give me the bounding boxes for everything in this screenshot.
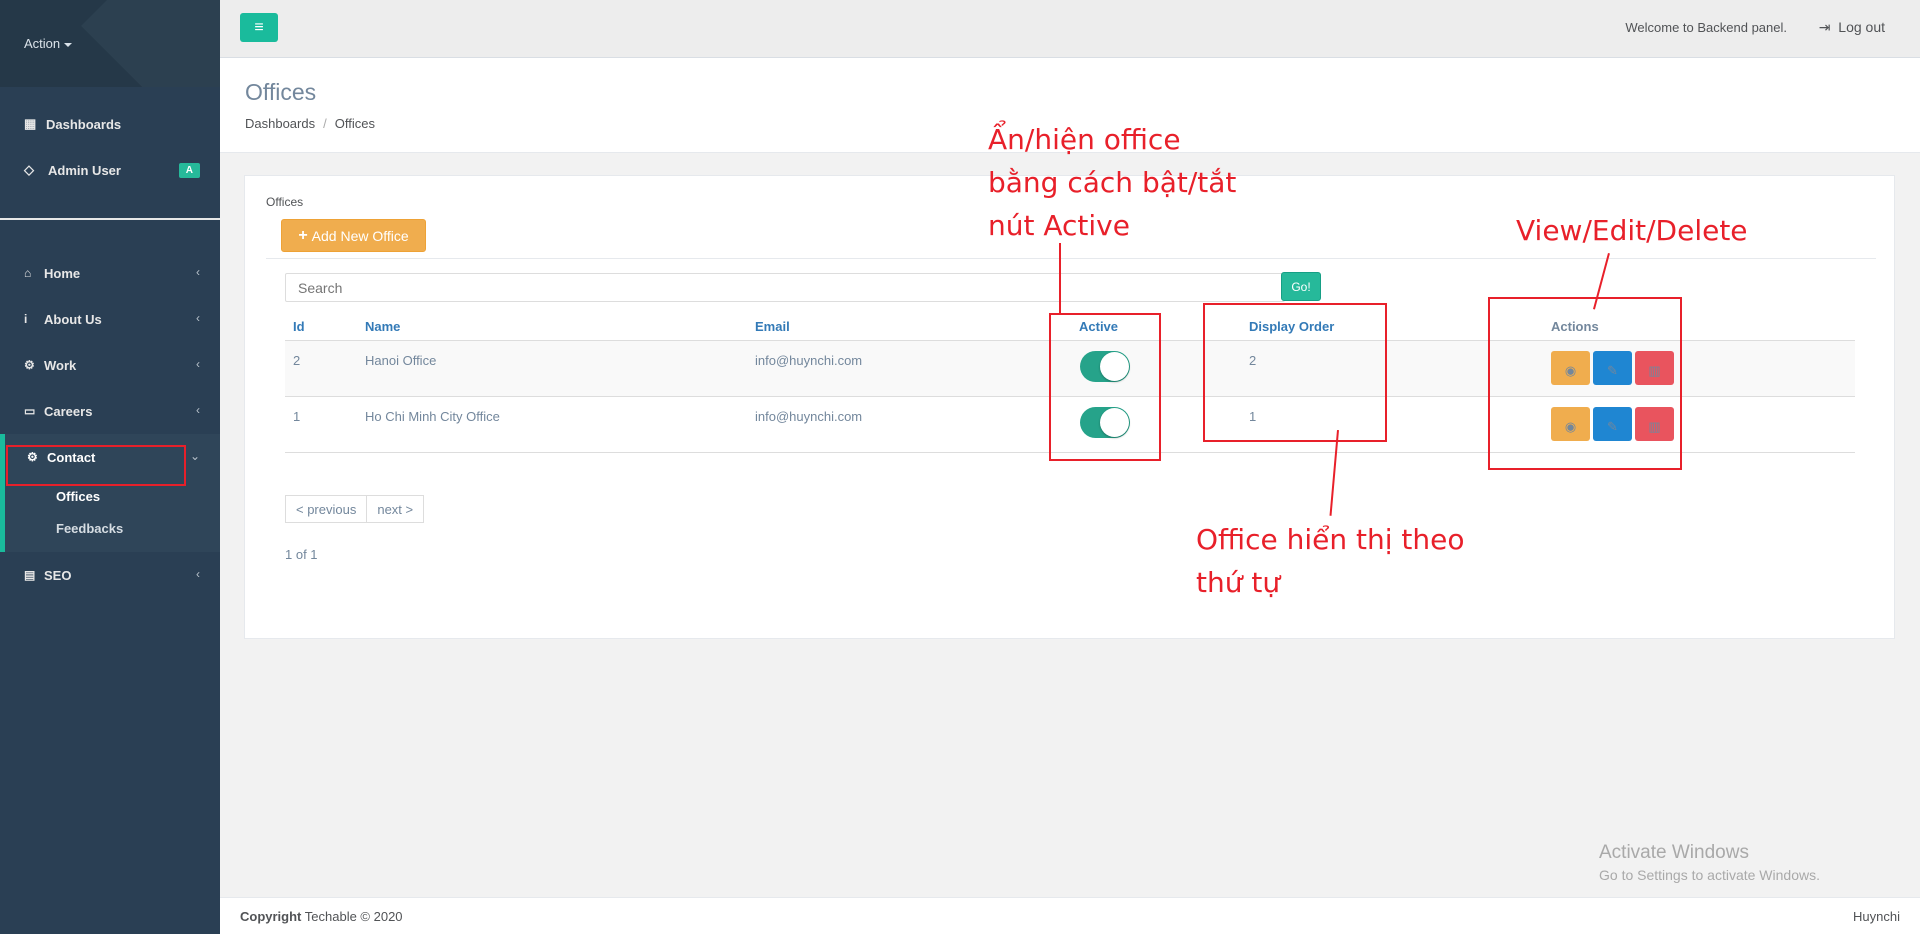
column-header-email[interactable]: Email — [755, 319, 790, 334]
admin-badge: A — [178, 163, 200, 178]
careers-icon: ▭ — [24, 404, 36, 418]
caret-down-icon — [64, 42, 73, 47]
top-navbar: ≡ Welcome to Backend panel. ⇥ Log out — [220, 0, 1920, 58]
cell-email: info@huynchi.com — [755, 409, 863, 424]
sidebar-subitem-feedbacks[interactable]: Feedbacks — [5, 512, 220, 544]
footer-author: Huynchi — [1853, 909, 1900, 924]
sidebar-item-home[interactable]: ⌂ Home ‹ — [0, 250, 220, 296]
sidebar-item-label: Home — [44, 265, 81, 281]
next-page-button[interactable]: next > — [367, 495, 425, 523]
logout-link[interactable]: ⇥ Log out — [1819, 19, 1885, 36]
panel-title: Offices — [266, 195, 304, 209]
sidebar-divider — [0, 218, 220, 220]
panel-divider — [266, 258, 1876, 259]
annotation-actions-note: View/Edit/Delete — [1516, 214, 1748, 247]
add-new-office-button[interactable]: + Add New Office — [281, 219, 426, 252]
page-title: Offices — [245, 79, 317, 105]
cell-name: Hanoi Office — [365, 353, 437, 368]
pagination: < previous next > — [285, 495, 425, 523]
action-label: Action — [24, 36, 61, 51]
chevron-left-icon: ‹ — [196, 265, 200, 279]
sign-out-icon: ⇥ — [1818, 19, 1831, 35]
sidebar-item-label: Dashboards — [46, 116, 122, 132]
sidebar-item-work[interactable]: ⚙ Work ‹ — [0, 342, 220, 388]
previous-page-button[interactable]: < previous — [285, 495, 368, 523]
cell-name: Ho Chi Minh City Office — [365, 409, 500, 424]
chevron-left-icon: ‹ — [196, 403, 200, 417]
sidebar-item-label: About Us — [44, 311, 102, 327]
column-header-name[interactable]: Name — [365, 319, 400, 334]
annotation-offices-highlight — [6, 445, 186, 486]
menu-toggle-button[interactable]: ≡ — [240, 13, 278, 42]
annotation-active-box — [1049, 313, 1161, 461]
activate-windows-subtitle: Go to Settings to activate Windows. — [1599, 867, 1820, 883]
sidebar-item-label: Work — [44, 357, 77, 373]
cell-id: 1 — [293, 409, 301, 424]
page-count: 1 of 1 — [285, 547, 318, 562]
sidebar-item-admin-user[interactable]: ◇ Admin User A — [0, 147, 220, 193]
cell-email: info@huynchi.com — [755, 353, 863, 368]
diamond-icon: ◇ — [24, 162, 34, 177]
dashboard-icon: ▦ — [24, 116, 37, 131]
breadcrumb-dashboards[interactable]: Dashboards — [245, 116, 315, 131]
annotation-active-note: Ẩn/hiện office bằng cách bật/tắt nút Act… — [988, 123, 1237, 242]
sidebar-item-label: Careers — [44, 403, 93, 419]
sidebar-profile-menu: ▦ Dashboards ◇ Admin User A — [0, 87, 220, 193]
sidebar-header: Action — [0, 0, 220, 87]
chevron-left-icon: ‹ — [196, 357, 200, 371]
info-icon: i — [24, 312, 28, 326]
search-input[interactable] — [285, 273, 1285, 302]
sidebar-item-about-us[interactable]: i About Us ‹ — [0, 296, 220, 342]
sidebar-item-label: Admin User — [48, 162, 121, 178]
sidebar-item-dashboards[interactable]: ▦ Dashboards — [0, 101, 220, 147]
chevron-left-icon: ‹ — [196, 311, 200, 325]
sidebar-item-label: SEO — [44, 567, 72, 583]
activate-windows-title: Activate Windows — [1599, 842, 1749, 863]
chevron-left-icon: ‹ — [196, 567, 200, 581]
welcome-text: Welcome to Backend panel. — [1625, 20, 1787, 35]
annotation-active-line — [1059, 243, 1061, 315]
annotation-actions-box — [1488, 297, 1682, 470]
annotation-order-box — [1203, 303, 1387, 442]
search-go-button[interactable]: Go! — [1281, 272, 1321, 301]
plus-icon: + — [298, 226, 308, 244]
home-icon: ⌂ — [24, 266, 32, 280]
copyright-text: Copyright Techable © 2020 — [240, 909, 403, 924]
sidebar-item-seo[interactable]: ▤ SEO ‹ — [0, 552, 220, 598]
action-dropdown[interactable]: Action — [24, 36, 73, 51]
column-header-id[interactable]: Id — [293, 319, 305, 334]
footer: Copyright Techable © 2020 Huynchi — [220, 897, 1920, 934]
chevron-down-icon: ⌄ — [189, 449, 200, 463]
sidebar-item-careers[interactable]: ▭ Careers ‹ — [0, 388, 220, 434]
hamburger-icon: ≡ — [254, 18, 264, 36]
cell-id: 2 — [293, 353, 301, 368]
work-icon: ⚙ — [24, 358, 35, 372]
breadcrumb-offices: Offices — [334, 116, 375, 131]
annotation-order-note: Office hiển thị theo thứ tự — [1196, 523, 1465, 599]
sidebar-main-menu: ⌂ Home ‹ i About Us ‹ ⚙ Work ‹ ▭ Careers… — [0, 250, 220, 598]
seo-icon: ▤ — [24, 568, 36, 582]
breadcrumb: Dashboards / Offices — [245, 116, 375, 131]
